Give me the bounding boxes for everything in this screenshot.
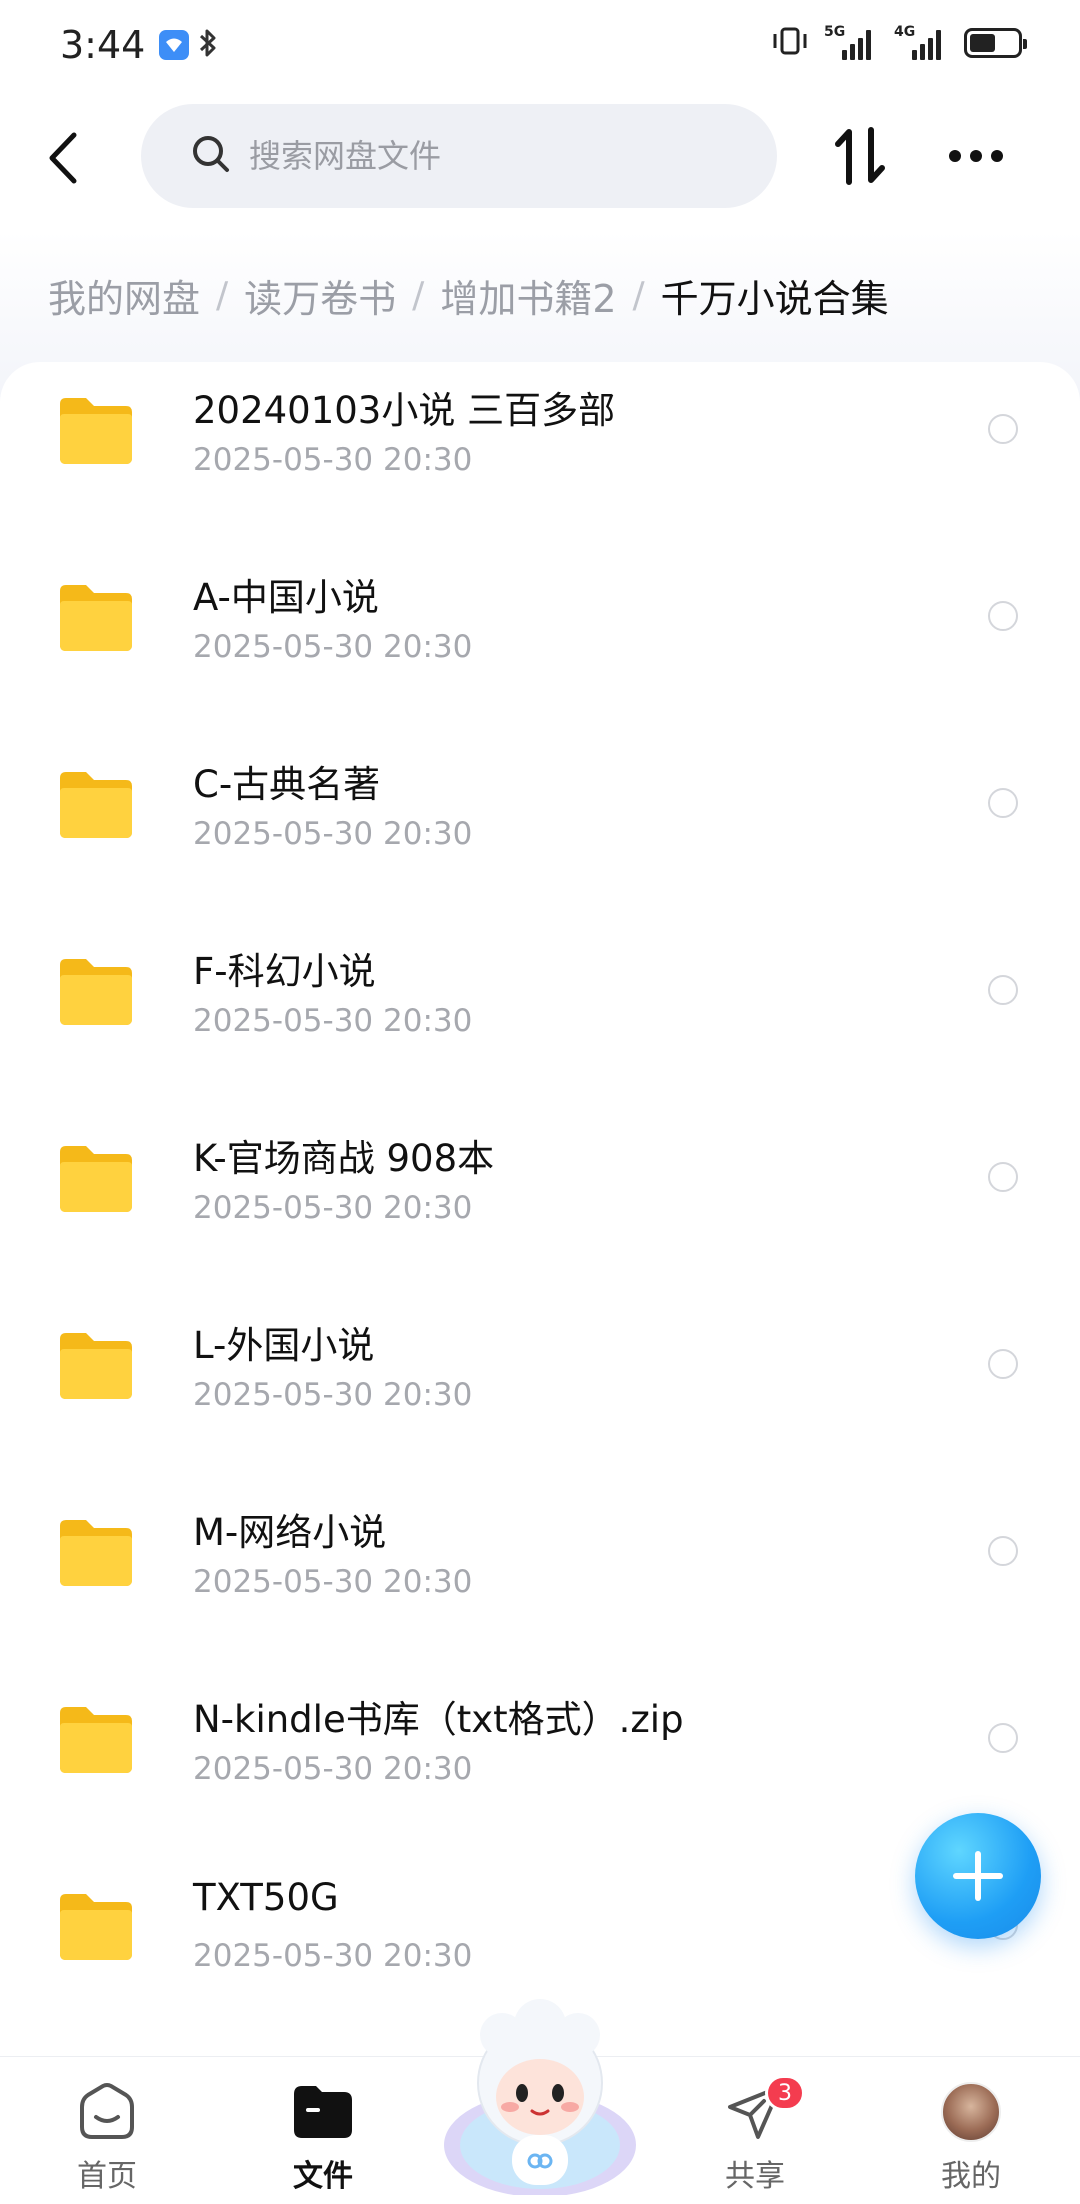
breadcrumb-separator: / (216, 274, 229, 316)
nav-share[interactable]: 3 共享 (685, 2075, 825, 2195)
avatar (941, 2082, 1001, 2142)
file-date: 2025-05-30 20:30 (193, 1938, 473, 1974)
select-checkbox[interactable] (988, 414, 1018, 444)
folder-icon (60, 1707, 132, 1773)
more-dots-icon (949, 150, 1003, 162)
folder-icon (60, 772, 132, 838)
file-date: 2025-05-30 20:30 (193, 629, 473, 665)
signal-5g-icon: 5G (824, 24, 880, 60)
select-checkbox[interactable] (988, 975, 1018, 1005)
file-date: 2025-05-30 20:30 (193, 442, 473, 478)
file-name: K-官场商战 908本 (193, 1137, 495, 1180)
search-input[interactable] (249, 137, 729, 175)
breadcrumb: 我的网盘 / 读万卷书 / 增加书籍2 / 千万小说合集 (48, 268, 889, 322)
file-row[interactable]: L-外国小说 2025-05-30 20:30 (0, 1297, 1080, 1484)
battery-icon (964, 28, 1027, 58)
nav-home-label: 首页 (77, 2159, 137, 2194)
file-date: 2025-05-30 20:30 (193, 816, 473, 852)
folder-icon (60, 959, 132, 1025)
select-checkbox[interactable] (988, 1536, 1018, 1566)
sort-arrows-icon (835, 127, 885, 185)
status-time: 3:44 (60, 23, 146, 67)
home-face-icon (37, 2077, 177, 2147)
breadcrumb-item-2[interactable]: 读万卷书 (244, 268, 396, 323)
folder-icon (60, 585, 132, 651)
nav-mine[interactable]: 我的 (901, 2077, 1041, 2195)
back-button[interactable] (36, 128, 92, 188)
file-row[interactable]: K-官场商战 908本 2025-05-30 20:30 (0, 1110, 1080, 1297)
sort-button[interactable] (832, 126, 888, 186)
more-button[interactable] (946, 126, 1006, 186)
mascot-icon (444, 1999, 636, 2197)
file-date: 2025-05-30 20:30 (193, 1564, 473, 1600)
file-row[interactable]: M-网络小说 2025-05-30 20:30 (0, 1484, 1080, 1671)
battery-level (970, 34, 996, 52)
bluetooth-icon (197, 28, 219, 62)
file-date: 2025-05-30 20:30 (193, 1377, 473, 1413)
search-icon (191, 134, 231, 178)
search-bar[interactable] (141, 104, 777, 208)
file-name: C-古典名著 (193, 763, 381, 806)
file-name: TXT50G (193, 1876, 339, 1919)
file-row[interactable]: F-科幻小说 2025-05-30 20:30 (0, 923, 1080, 1110)
file-list: 20240103小说 三百多部 2025-05-30 20:30 A-中国小说 … (0, 362, 1080, 2062)
breadcrumb-item-root[interactable]: 我的网盘 (48, 268, 200, 323)
file-name: 20240103小说 三百多部 (193, 389, 616, 432)
add-button[interactable] (915, 1813, 1041, 1939)
select-checkbox[interactable] (988, 1162, 1018, 1192)
file-row[interactable]: N-kindle书库（txt格式）.zip 2025-05-30 20:30 (0, 1671, 1080, 1858)
select-checkbox[interactable] (988, 788, 1018, 818)
folder-icon (60, 1146, 132, 1212)
signal-4g-icon: 4G (894, 24, 950, 60)
folder-icon (60, 1894, 132, 1960)
plus-icon (953, 1851, 1003, 1901)
breadcrumb-current: 千万小说合集 (660, 276, 889, 321)
nav-share-label: 共享 (725, 2159, 785, 2194)
folder-icon (60, 1333, 132, 1399)
file-name: L-外国小说 (193, 1324, 375, 1367)
file-name: M-网络小说 (193, 1511, 387, 1554)
select-checkbox[interactable] (988, 1349, 1018, 1379)
select-checkbox[interactable] (988, 1723, 1018, 1753)
file-row[interactable]: A-中国小说 2025-05-30 20:30 (0, 549, 1080, 736)
nav-files-label: 文件 (293, 2159, 353, 2194)
select-checkbox[interactable] (988, 601, 1018, 631)
file-name: N-kindle书库（txt格式）.zip (193, 1698, 684, 1741)
nav-home[interactable]: 首页 (37, 2077, 177, 2195)
nav-mine-label: 我的 (941, 2159, 1001, 2194)
share-badge: 3 (765, 2075, 805, 2111)
file-name: A-中国小说 (193, 576, 379, 619)
file-row[interactable]: C-古典名著 2025-05-30 20:30 (0, 736, 1080, 923)
breadcrumb-separator: / (412, 274, 425, 316)
folder-icon (60, 398, 132, 464)
file-name: F-科幻小说 (193, 950, 376, 993)
file-row[interactable]: 20240103小说 三百多部 2025-05-30 20:30 (0, 362, 1080, 549)
status-bar: 3:44 5G 4G (0, 0, 1080, 90)
file-date: 2025-05-30 20:30 (193, 1751, 473, 1787)
vibrate-icon (770, 26, 810, 60)
files-folder-icon (253, 2077, 393, 2147)
file-date: 2025-05-30 20:30 (193, 1190, 473, 1226)
nav-files[interactable]: 文件 (253, 2077, 393, 2195)
file-date: 2025-05-30 20:30 (193, 1003, 473, 1039)
wifi-icon (159, 30, 190, 60)
top-bar (0, 104, 1080, 210)
breadcrumb-separator: / (632, 274, 645, 316)
breadcrumb-item-3[interactable]: 增加书籍2 (440, 268, 616, 323)
chevron-left-icon (49, 132, 77, 184)
mascot-assistant-button[interactable] (440, 1995, 640, 2197)
folder-icon (60, 1520, 132, 1586)
